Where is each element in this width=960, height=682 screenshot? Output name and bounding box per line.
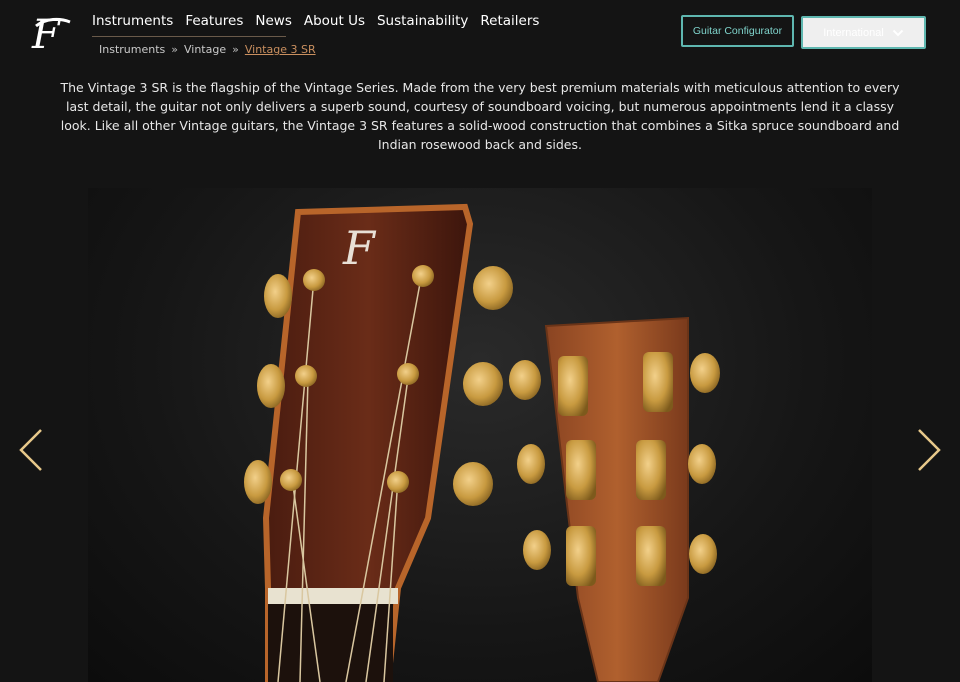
nav-about-us[interactable]: About Us [304,12,365,30]
chevron-left-icon[interactable] [18,428,44,472]
breadcrumb-vintage[interactable]: Vintage [184,43,226,56]
guitar-configurator-button[interactable]: Guitar Configurator [681,15,794,47]
breadcrumb-divider [92,36,286,37]
main-nav: Instruments Features News About Us Susta… [92,12,551,30]
region-label: International [823,26,884,39]
headstock-logo: F [342,221,377,275]
nav-news[interactable]: News [255,12,291,30]
nav-features[interactable]: Features [185,12,243,30]
nav-retailers[interactable]: Retailers [480,12,539,30]
chevron-down-icon [892,29,903,36]
nav-instruments[interactable]: Instruments [92,12,173,30]
nav-sustainability[interactable]: Sustainability [377,12,468,30]
region-select[interactable]: International [801,16,926,49]
breadcrumb-separator: » [171,43,178,56]
breadcrumb-current[interactable]: Vintage 3 SR [245,43,316,56]
breadcrumb-instruments[interactable]: Instruments [99,43,165,56]
guitar-headstocks-illustration: F [244,203,720,682]
brand-logo[interactable]: F [28,12,74,56]
product-image: F [88,188,872,682]
chevron-right-icon[interactable] [916,428,942,472]
breadcrumb-separator: » [232,43,239,56]
product-description: The Vintage 3 SR is the flagship of the … [60,79,900,152]
breadcrumb: Instruments » Vintage » Vintage 3 SR [99,43,316,56]
